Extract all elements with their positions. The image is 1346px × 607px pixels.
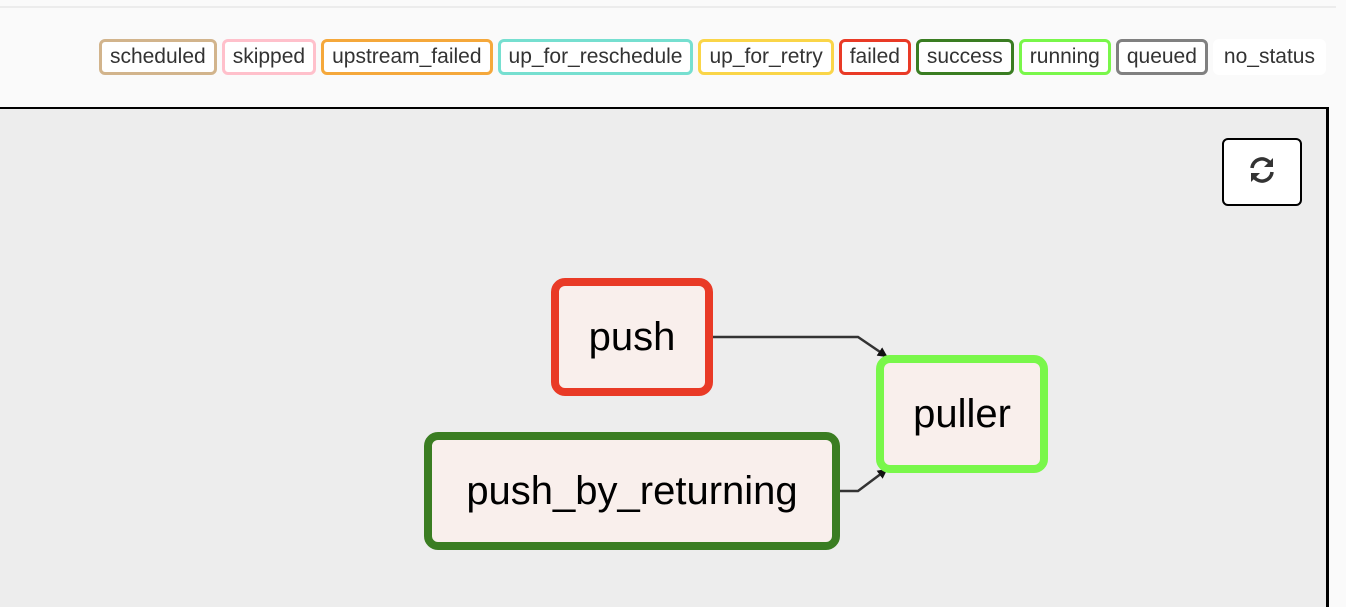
legend-no-status[interactable]: no_status: [1212, 39, 1326, 75]
task-node-push-by-returning[interactable]: push_by_returning: [424, 432, 840, 550]
refresh-button[interactable]: [1222, 138, 1302, 206]
legend-queued[interactable]: queued: [1115, 39, 1208, 75]
state-legend: scheduled skipped upstream_failed up_for…: [98, 39, 1326, 75]
legend-skipped[interactable]: skipped: [221, 39, 317, 75]
task-node-puller[interactable]: puller: [876, 355, 1048, 473]
legend-running[interactable]: running: [1018, 39, 1111, 75]
legend-success[interactable]: success: [915, 39, 1014, 75]
legend-failed[interactable]: failed: [838, 39, 911, 75]
task-node-label: push_by_returning: [466, 468, 798, 513]
task-node-push[interactable]: push: [551, 278, 713, 396]
task-node-label: puller: [913, 391, 1011, 436]
top-divider: [0, 6, 1336, 8]
legend-up-for-reschedule[interactable]: up_for_reschedule: [497, 39, 694, 75]
legend-upstream-failed[interactable]: upstream_failed: [321, 39, 493, 75]
task-node-label: push: [588, 314, 676, 359]
legend-up-for-retry[interactable]: up_for_retry: [698, 39, 834, 75]
legend-scheduled[interactable]: scheduled: [98, 39, 217, 75]
refresh-icon: [1247, 155, 1277, 190]
